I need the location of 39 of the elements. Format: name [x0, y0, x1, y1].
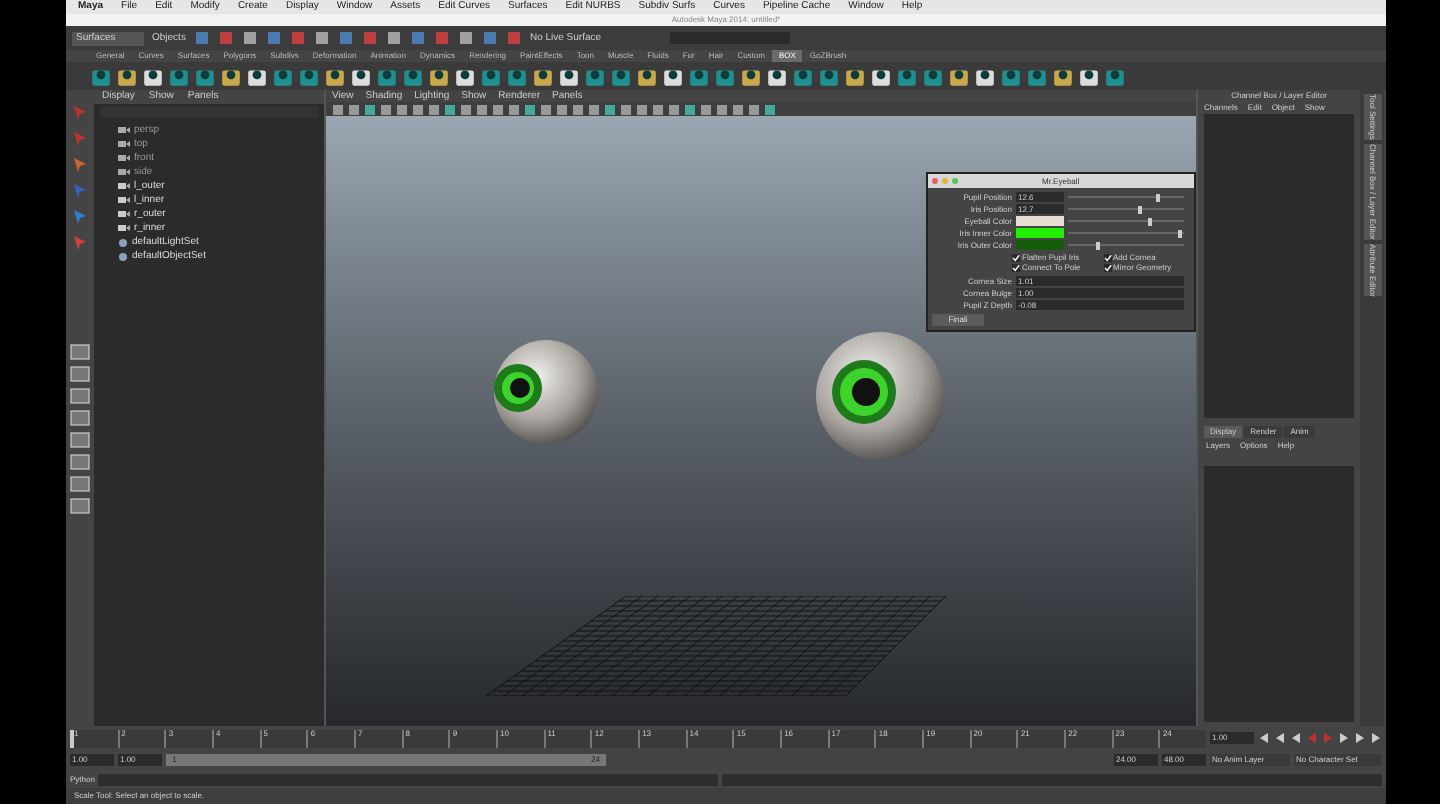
shelf-tool-icon[interactable] [844, 65, 866, 87]
shelf-tool-icon[interactable] [350, 65, 372, 87]
shelf-tool-icon[interactable] [870, 65, 892, 87]
camera-icon [118, 126, 130, 134]
checkbox[interactable] [1103, 264, 1111, 272]
camera-icon [118, 168, 130, 176]
shelf-tool-icon[interactable] [766, 65, 788, 87]
shelf-tool-icon[interactable] [454, 65, 476, 87]
shelf-tool-icon[interactable] [246, 65, 268, 87]
color-swatch[interactable] [1016, 216, 1064, 226]
shelf-tool-icon[interactable] [116, 65, 138, 87]
outliner-search-field[interactable] [100, 106, 318, 118]
camera-icon [118, 140, 130, 148]
slider-thumb[interactable] [1178, 229, 1183, 237]
shelf-tool-icon[interactable] [974, 65, 996, 87]
eyeball-drawing [494, 340, 598, 444]
shelf-tool-icon[interactable] [662, 65, 684, 87]
shelf-tool-icon[interactable] [220, 65, 242, 87]
shelf-tool-icon[interactable] [1078, 65, 1100, 87]
shelf-tool-icon[interactable] [948, 65, 970, 87]
color-swatch[interactable] [1016, 228, 1064, 238]
color-swatch[interactable] [1016, 240, 1064, 250]
shelf-tool-icon[interactable] [636, 65, 658, 87]
shelf-tool-icon[interactable] [532, 65, 554, 87]
camera-icon [118, 154, 130, 162]
shelf-tool-icon[interactable] [1052, 65, 1074, 87]
checkbox[interactable] [1012, 254, 1020, 262]
checkbox[interactable] [1012, 264, 1020, 272]
slider-thumb[interactable] [1147, 217, 1152, 225]
shelf-tool-icon[interactable] [740, 65, 762, 87]
shelf-tool-icon[interactable] [428, 65, 450, 87]
slider-thumb[interactable] [1156, 193, 1161, 201]
checkbox[interactable] [1103, 254, 1111, 262]
eyeball-drawing [816, 332, 944, 460]
shelf-tool-icon[interactable] [558, 65, 580, 87]
close-icon[interactable] [932, 178, 938, 184]
shelf-tool-icon[interactable] [324, 65, 346, 87]
slider-thumb[interactable] [1137, 205, 1142, 213]
shelf-tool-icon[interactable] [142, 65, 164, 87]
